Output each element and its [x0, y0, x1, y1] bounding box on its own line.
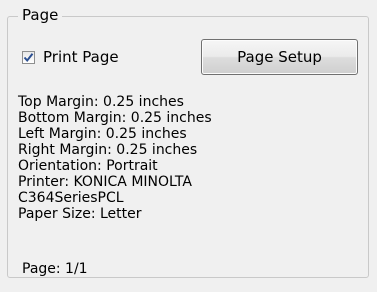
page-settings-panel: Page Print Page Page Setup Top Margin: 0… [0, 0, 377, 292]
paper-size-text: Paper Size: Letter [18, 206, 142, 222]
right-margin-text: Right Margin: 0.25 inches [18, 142, 198, 158]
page-info-block: Top Margin: 0.25 inches Bottom Margin: 0… [18, 94, 212, 222]
left-margin-text: Left Margin: 0.25 inches [18, 126, 187, 142]
print-page-checkbox[interactable]: Print Page [22, 46, 119, 68]
print-page-label[interactable]: Print Page [43, 48, 119, 66]
group-title: Page [18, 6, 63, 24]
top-margin-text: Top Margin: 0.25 inches [18, 94, 184, 110]
checkbox-box[interactable] [22, 50, 35, 64]
page-setup-button[interactable]: Page Setup [201, 39, 358, 75]
printer-model-text: C364SeriesPCL [18, 190, 124, 206]
check-mark-icon [23, 52, 34, 62]
page-count-text: Page: 1/1 [22, 261, 88, 277]
printer-text: Printer: KONICA MINOLTA [18, 174, 192, 190]
orientation-text: Orientation: Portrait [18, 158, 158, 174]
bottom-margin-text: Bottom Margin: 0.25 inches [18, 110, 212, 126]
